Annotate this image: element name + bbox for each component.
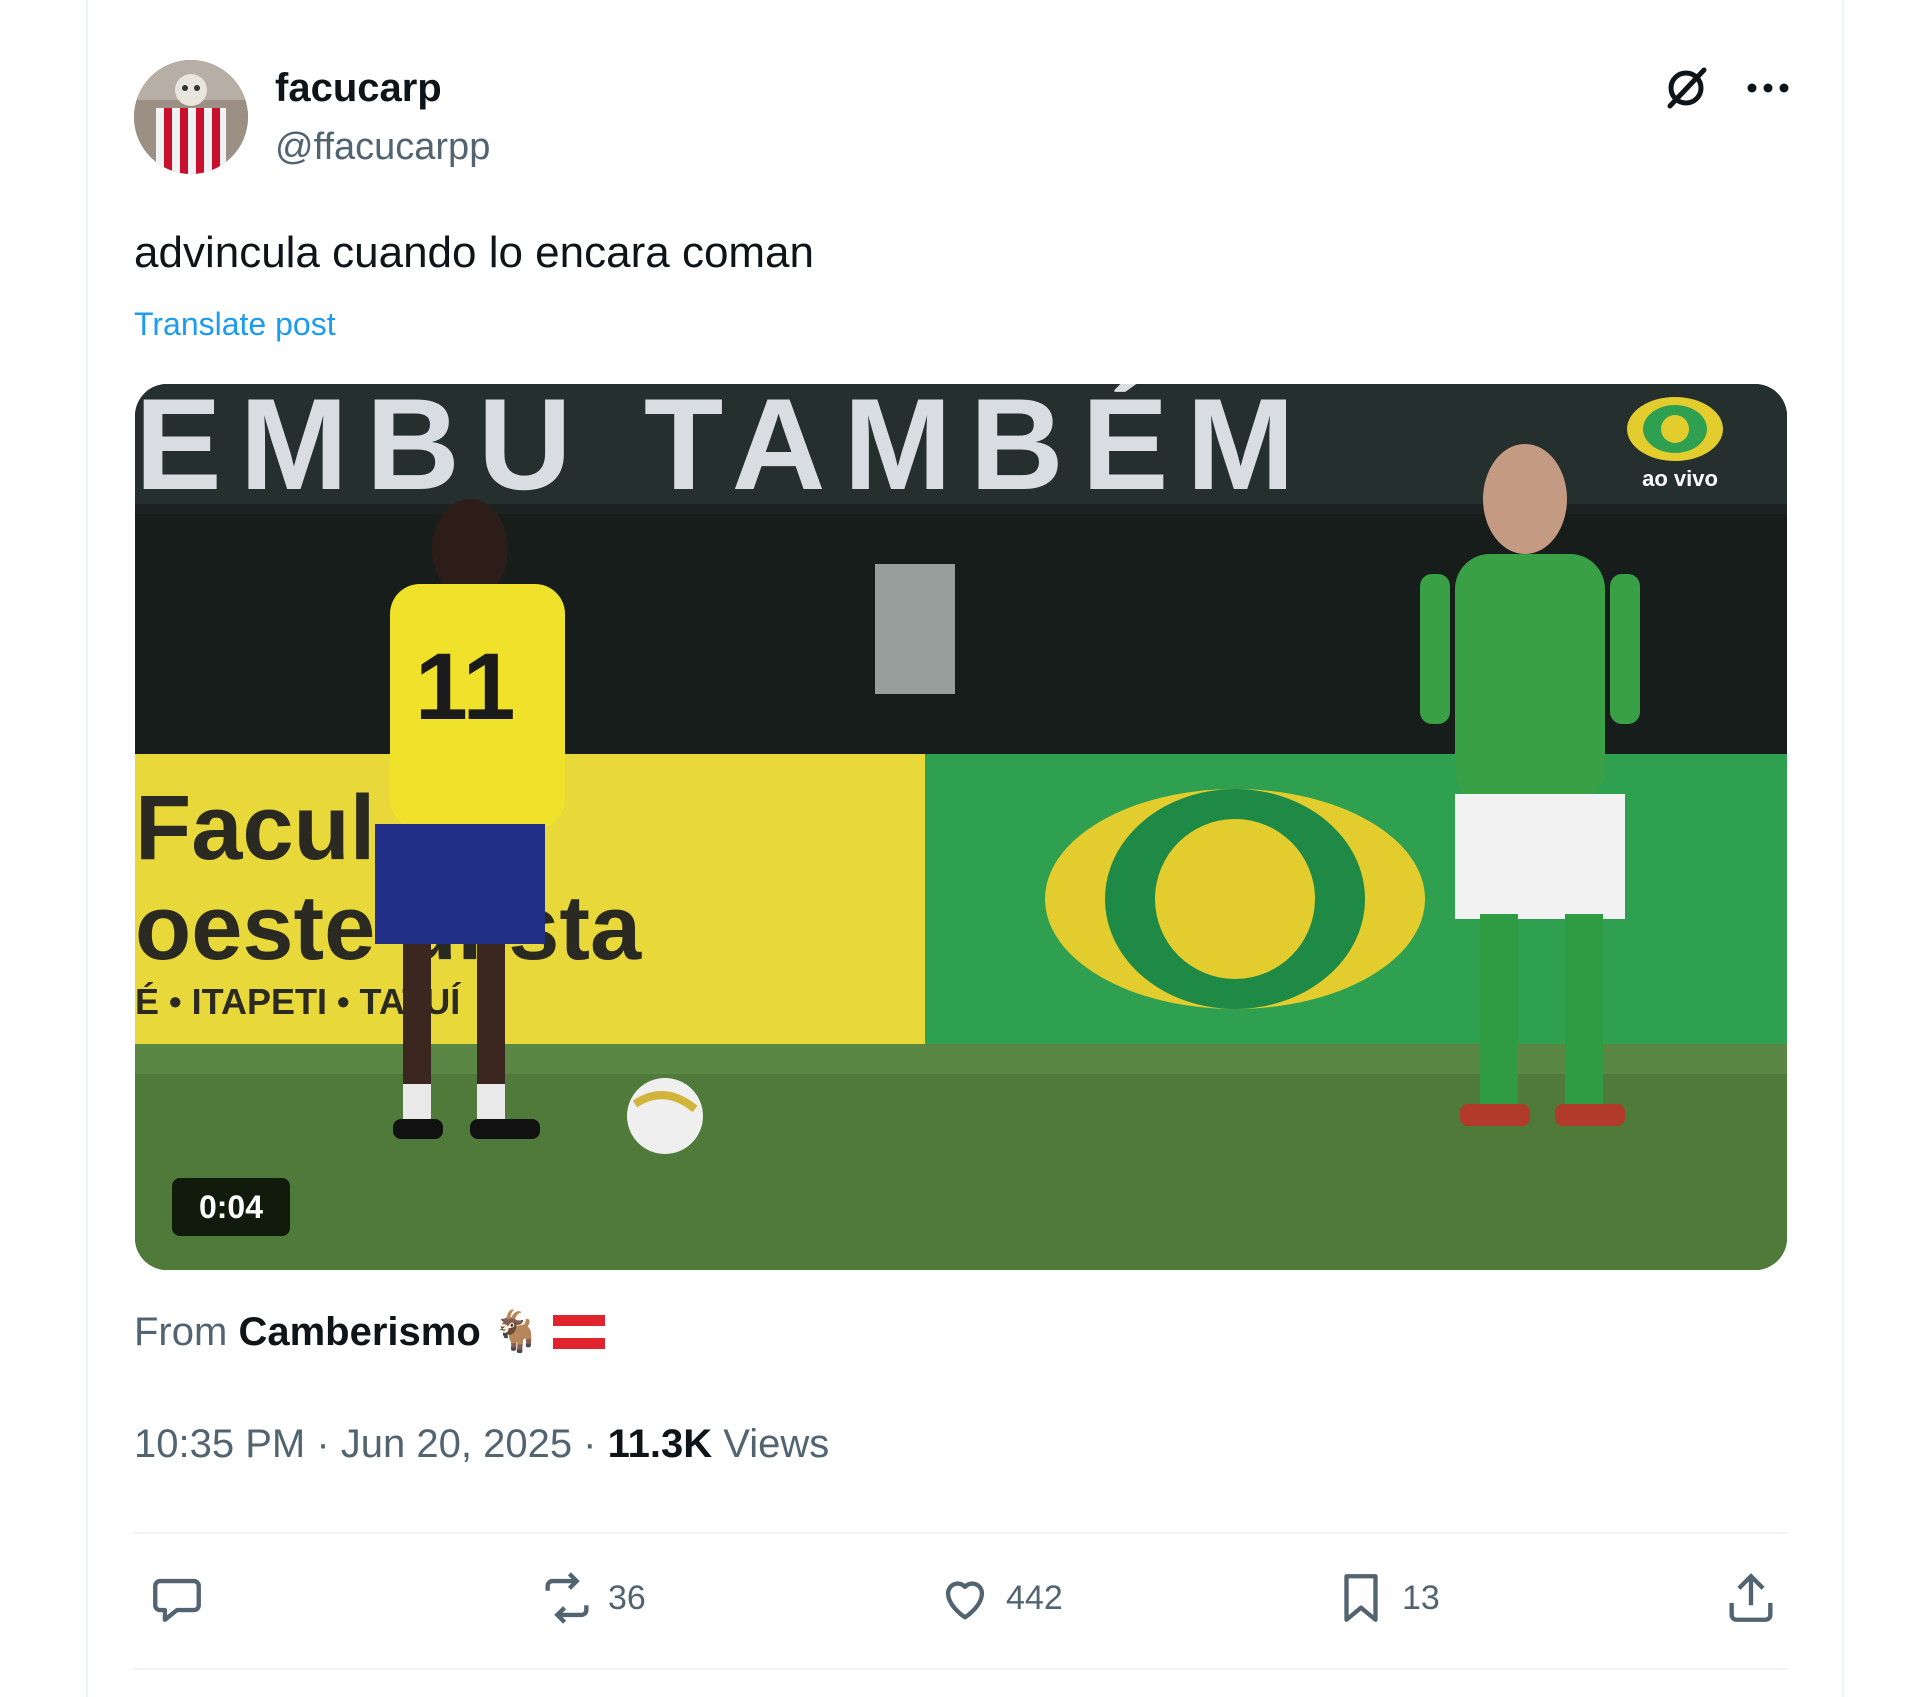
from-source: From Camberismo 🐐 — [134, 1308, 605, 1355]
video-frame: EMBU TAMBÉM Facul de oeste ulista É • IT… — [135, 384, 1787, 1270]
views-count: 11.3K — [607, 1422, 713, 1466]
share-button[interactable] — [1722, 1568, 1780, 1628]
heart-icon — [945, 1581, 985, 1620]
jersey-number: 11 — [415, 634, 515, 740]
from-prefix: From — [134, 1310, 228, 1354]
bookmark-icon — [1344, 1574, 1378, 1622]
divider — [134, 1668, 1788, 1670]
timestamp[interactable]: 10:35 PM · Jun 20, 2025 · — [134, 1422, 597, 1466]
retweet-count: 36 — [608, 1578, 646, 1617]
user-handle[interactable]: @ffacucarpp — [275, 126, 490, 169]
reply-button[interactable] — [148, 1568, 206, 1628]
avatar-image — [134, 60, 248, 174]
display-name[interactable]: facucarp — [275, 66, 442, 111]
bookmark-button[interactable]: 13 — [1332, 1568, 1440, 1628]
flag-icon — [552, 1315, 605, 1349]
translate-post-link[interactable]: Translate post — [134, 306, 336, 343]
retweet-button[interactable]: 36 — [538, 1568, 646, 1628]
views-label: Views — [723, 1422, 830, 1466]
goat-emoji: 🐐 — [491, 1310, 542, 1354]
broadcast-badge: ao vivo — [1642, 466, 1718, 491]
video-duration: 0:04 — [172, 1178, 290, 1236]
tweet-text: advincula cuando lo encara coman — [134, 228, 815, 277]
tweet-meta: 10:35 PM · Jun 20, 2025 · 11.3K Views — [134, 1422, 829, 1467]
grok-icon[interactable] — [1660, 62, 1712, 114]
retweet-icon — [545, 1572, 589, 1624]
more-options-icon[interactable] — [1742, 62, 1794, 114]
like-button[interactable]: 442 — [936, 1568, 1063, 1628]
stadium-banner-text: EMBU TAMBÉM — [135, 384, 1313, 517]
bookmark-count: 13 — [1402, 1578, 1440, 1617]
soccer-ball — [627, 1078, 703, 1154]
reply-icon — [153, 1578, 201, 1622]
divider — [134, 1532, 1788, 1534]
share-icon — [1729, 1573, 1773, 1622]
avatar[interactable] — [134, 60, 248, 174]
video-player[interactable]: EMBU TAMBÉM Facul de oeste ulista É • IT… — [135, 384, 1787, 1270]
like-count: 442 — [1006, 1578, 1063, 1617]
source-name[interactable]: Camberismo — [238, 1310, 480, 1354]
